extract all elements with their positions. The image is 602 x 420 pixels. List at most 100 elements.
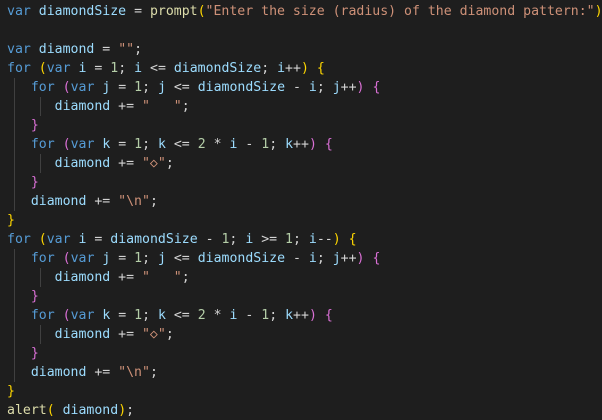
code-token-op: += [110, 156, 142, 171]
code-token-br1: ) [332, 232, 341, 247]
code-token-fn: alert [7, 403, 47, 418]
code-line[interactable]: diamond += "\n"; [7, 192, 158, 211]
code-token-br1: ) [594, 4, 602, 19]
code-token-br1: ( [197, 4, 206, 19]
code-token-op: ; [149, 365, 158, 380]
code-token-fn: prompt [149, 4, 198, 19]
code-token-var: diamondSize [110, 232, 198, 247]
code-token-op: ; [181, 99, 190, 114]
code-token-op: ++ [293, 137, 309, 152]
code-token-br2: ( [62, 137, 71, 152]
code-token-op: ; [142, 308, 158, 323]
code-token-br2: { [324, 308, 333, 323]
code-token-op: <= [165, 80, 198, 95]
code-line[interactable]: diamond += "◇"; [7, 154, 174, 173]
code-line[interactable]: } [7, 173, 39, 192]
code-token-str: "◇" [141, 156, 166, 171]
code-line[interactable]: for (var k = 1; k <= 2 * i - 1; k++) { [7, 306, 333, 325]
code-token-var: i [308, 251, 317, 266]
code-line[interactable]: diamond += "\n"; [7, 363, 158, 382]
code-token-num: 1 [134, 137, 143, 152]
code-token-var: j [332, 251, 341, 266]
code-token-br1: { [316, 61, 325, 76]
code-line[interactable]: for (var k = 1; k <= 2 * i - 1; k++) { [7, 135, 333, 154]
code-token-br2: { [324, 137, 333, 152]
code-token-op: - [285, 251, 309, 266]
code-token-var: diamond [54, 270, 111, 285]
code-token-br2: } [30, 346, 39, 361]
code-line[interactable]: diamond += " "; [7, 97, 190, 116]
code-editor[interactable]: var diamondSize = prompt("Enter the size… [0, 0, 602, 420]
code-token-op: = [86, 61, 111, 76]
code-token-br2: ) [308, 137, 317, 152]
code-token-var: diamondSize [197, 80, 286, 95]
code-token-op: = [86, 232, 111, 247]
code-token-var: i [308, 80, 317, 95]
code-line[interactable]: for (var j = 1; j <= diamondSize - i; j+… [7, 78, 381, 97]
code-token-br1: { [348, 232, 357, 247]
code-token-var: diamondSize [173, 61, 262, 76]
code-token-op: ; [149, 194, 158, 209]
code-token-op: ; [165, 156, 174, 171]
code-token-op: = [126, 4, 150, 19]
code-line[interactable]: for (var i = diamondSize - 1; i >= 1; i-… [7, 230, 357, 249]
code-token-op: <= [165, 308, 198, 323]
code-token-op: <= [142, 61, 174, 76]
code-line[interactable]: diamond += " "; [7, 268, 190, 287]
code-token-kw: var [70, 137, 95, 152]
code-token-num: 2 [197, 137, 206, 152]
code-token-op: ; [269, 308, 286, 323]
code-line[interactable]: for (var j = 1; j <= diamondSize - i; j+… [7, 249, 381, 268]
code-token-str: "\n" [118, 365, 150, 380]
code-line[interactable]: alert( diamond); [7, 401, 134, 420]
code-token-op: ++ [340, 251, 357, 266]
code-line[interactable]: for (var i = 1; i <= diamondSize; i++) { [7, 59, 325, 78]
code-token-br2: { [372, 251, 381, 266]
code-token-var: j [157, 80, 166, 95]
code-token-br2: ( [62, 80, 71, 95]
code-token-br1: } [7, 384, 15, 399]
code-token-var: diamond [38, 42, 95, 57]
code-token-op: ; [118, 61, 135, 76]
code-token-op: * [205, 137, 230, 152]
code-token-var: diamond [54, 156, 111, 171]
code-token-br2: } [30, 289, 39, 304]
code-token-var: k [157, 137, 166, 152]
code-line[interactable]: diamond += "◇"; [7, 325, 174, 344]
code-token-op: <= [165, 137, 198, 152]
code-line[interactable]: } [7, 382, 15, 401]
code-token-op: += [86, 194, 119, 209]
code-token-op: ; [165, 327, 174, 342]
code-token-kw: var [46, 232, 71, 247]
code-line[interactable]: } [7, 211, 15, 230]
code-token-var: i [308, 232, 317, 247]
code-token-op: += [110, 270, 142, 285]
code-line[interactable]: } [7, 344, 39, 363]
code-line[interactable]: var diamondSize = prompt("Enter the size… [7, 2, 602, 21]
code-line[interactable]: var diamond = ""; [7, 40, 142, 59]
code-line[interactable]: } [7, 287, 39, 306]
code-line[interactable]: } [7, 116, 39, 135]
code-token-var: k [285, 137, 294, 152]
code-token-kw: for [7, 232, 31, 247]
code-token-op: ++ [285, 61, 301, 76]
code-token-kw: var [7, 4, 31, 19]
code-token-kw: for [30, 308, 55, 323]
code-token-var: i [277, 61, 286, 76]
code-token-br2: { [372, 80, 381, 95]
code-token-op: ; [142, 80, 158, 95]
